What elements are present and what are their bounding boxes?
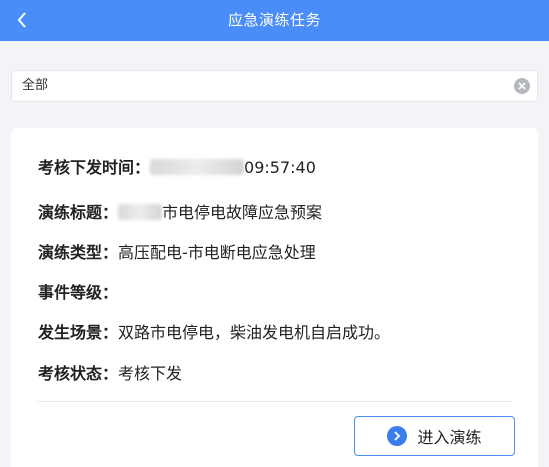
page-title: 应急演练任务 — [227, 11, 321, 29]
clear-icon[interactable] — [514, 78, 530, 94]
enter-drill-label: 进入演练 — [417, 428, 482, 447]
task-card: 考核下发时间： 09:57:40 演练标题： 市电停电故障应急预案 演练类型：高压配… — [11, 128, 538, 467]
status-row: 考核状态：考核下发 — [38, 362, 182, 386]
divider — [37, 401, 513, 402]
chevron-right-circle-icon — [387, 426, 408, 446]
redacted-title-prefix — [118, 204, 163, 220]
drill-type-row: 演练类型：高压配电-市电断电应急处理 — [38, 241, 316, 265]
scene-value: 双路市电停电，柴油发电机自启成功。 — [118, 323, 391, 342]
enter-drill-button[interactable]: 进入演练 — [354, 416, 515, 456]
status-label: 考核状态： — [38, 364, 119, 383]
filter-value: 全部 — [22, 78, 49, 93]
drill-title-label: 演练标题： — [38, 203, 119, 222]
drill-title-row: 演练标题： 市电停电故障应急预案 — [38, 201, 322, 225]
nav-bar: 应急演练任务 — [0, 0, 549, 41]
scene-label: 发生场景： — [38, 323, 119, 342]
check-time-label: 考核下发时间： — [38, 158, 151, 177]
event-level-label: 事件等级： — [38, 283, 119, 302]
drill-title-value: 市电停电故障应急预案 — [162, 203, 323, 222]
check-time-row: 考核下发时间： 09:57:40 — [38, 156, 316, 180]
scene-row: 发生场景：双路市电停电，柴油发电机自启成功。 — [38, 321, 390, 345]
event-level-row: 事件等级： — [38, 281, 118, 305]
drill-type-value: 高压配电-市电断电应急处理 — [118, 243, 316, 262]
drill-type-label: 演练类型： — [38, 243, 119, 262]
filter-select[interactable]: 全部 — [11, 70, 538, 102]
check-time-value: 09:57:40 — [244, 158, 316, 177]
redacted-date — [150, 159, 245, 175]
status-value: 考核下发 — [118, 364, 183, 383]
